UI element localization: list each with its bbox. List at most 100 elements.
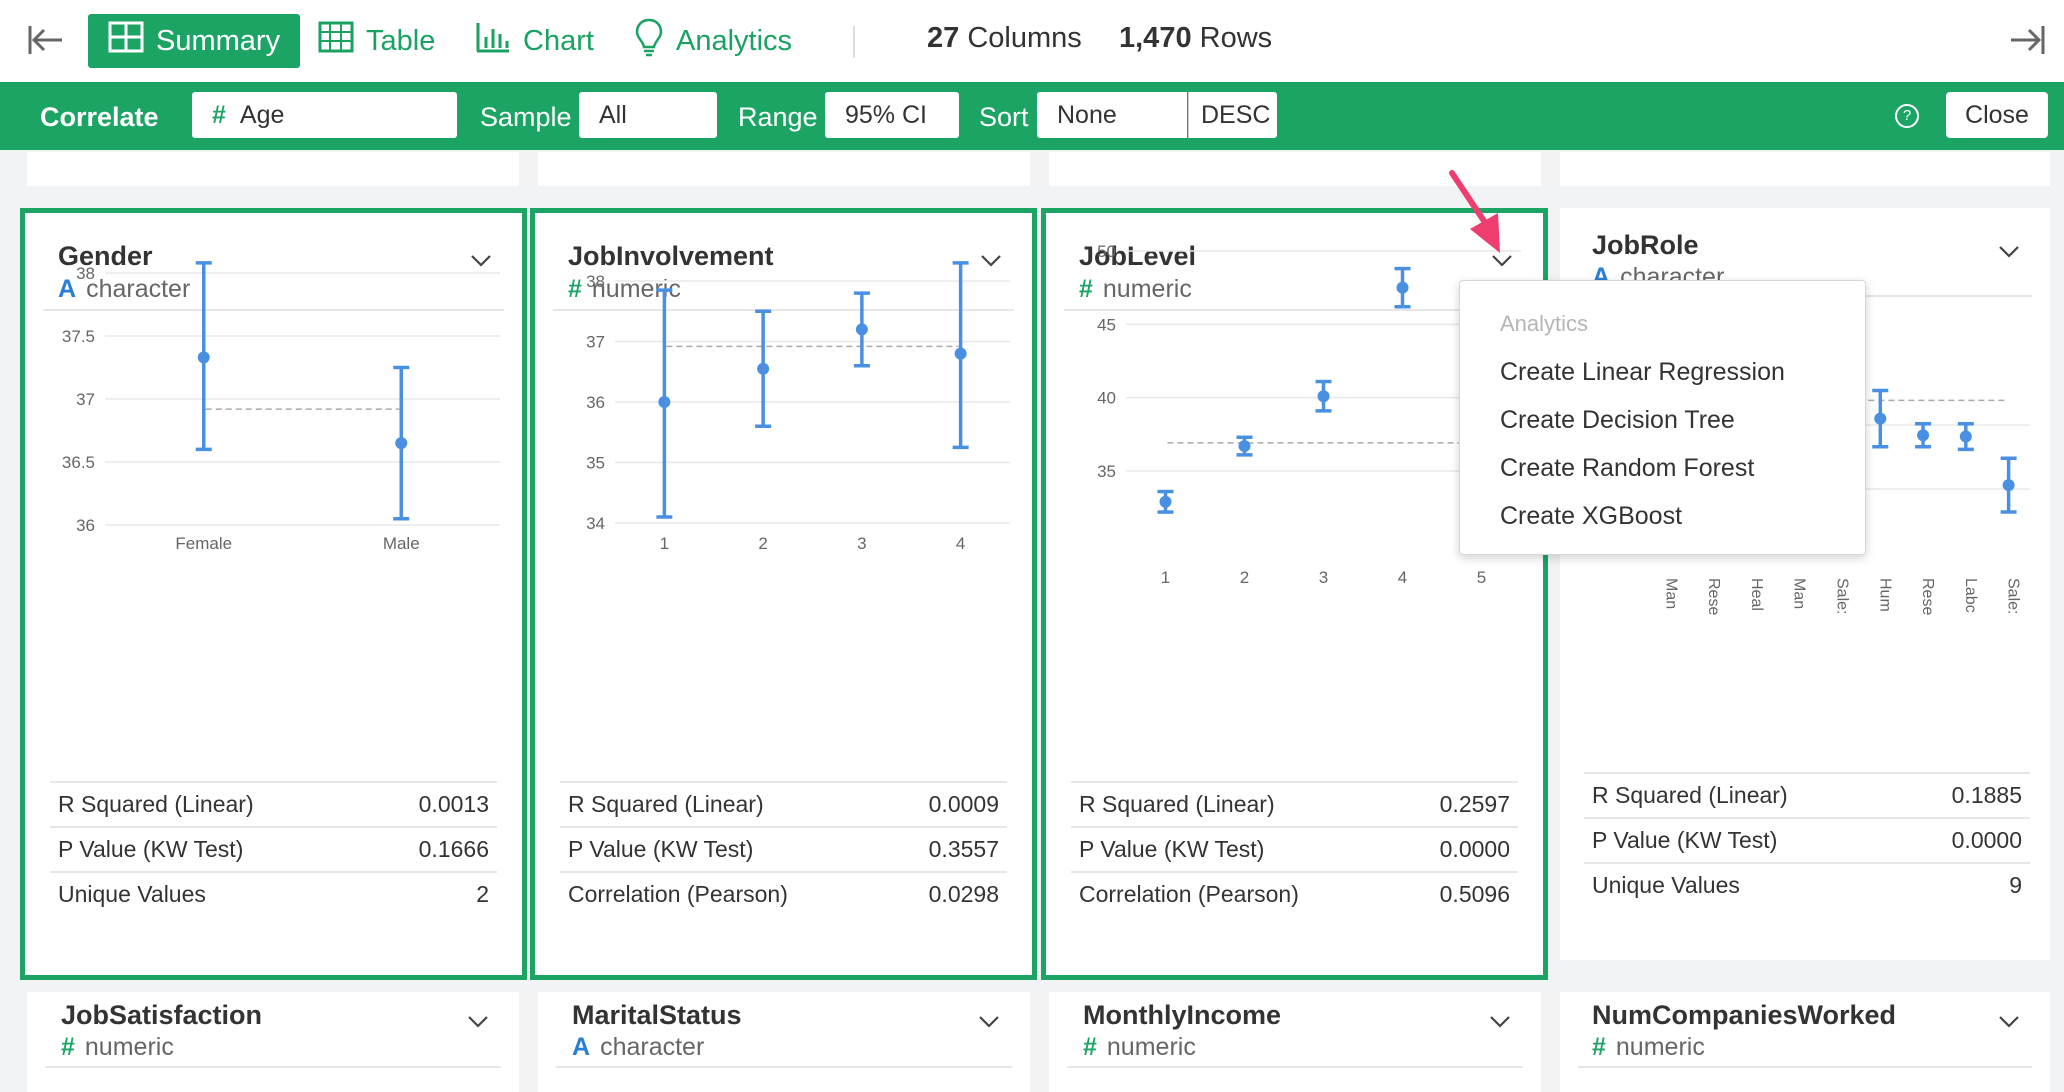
column-card-numcompaniesworked[interactable]: NumCompaniesWorked # numeric (1560, 992, 2050, 1092)
columns-count-label: Columns (967, 22, 1082, 54)
column-card-gender[interactable]: Gender Acharacter 36 36.5 37 37.5 38 Female Ma… (20, 208, 527, 980)
stat-value: 0.3557 (928, 836, 999, 862)
y-tick-label: 37.5 (62, 327, 95, 346)
y-tick-label: 45 (1097, 315, 1116, 334)
stat-value: 2 (476, 881, 489, 907)
stat-row: P Value (KW Test) 0.0000 (1584, 817, 2030, 862)
mean-point (757, 362, 770, 375)
stat-row: P Value (KW Test) 0.0000 (1071, 826, 1518, 871)
stat-value: 0.0000 (1951, 827, 2022, 853)
stat-label: R Squared (Linear) (1079, 791, 1275, 817)
column-card-jobsatisfaction[interactable]: JobSatisfaction # numeric (27, 992, 519, 1092)
grid-icon (108, 21, 144, 61)
column-card-monthlyincome[interactable]: MonthlyIncome # numeric (1049, 992, 1541, 1092)
stat-row: P Value (KW Test) 0.3557 (560, 826, 1007, 871)
card-type: # numeric (61, 1033, 174, 1062)
card-title: JobSatisfaction (61, 1000, 263, 1030)
tab-table[interactable]: Table (318, 14, 435, 68)
y-tick-label: 35 (1097, 462, 1116, 481)
tab-chart[interactable]: Chart (475, 14, 594, 68)
menu-item-linear-regression[interactable]: Create Linear Regression (1500, 358, 1785, 387)
columns-count-value: 27 (927, 22, 960, 54)
mean-point (1238, 440, 1251, 453)
y-tick-label: 37 (76, 390, 95, 409)
tab-analytics-label: Analytics (676, 24, 793, 57)
mean-point (197, 351, 210, 364)
collapse-right-icon[interactable] (2005, 18, 2049, 62)
tab-table-label: Table (366, 24, 436, 57)
stat-row: Correlation (Pearson) 0.5096 (1071, 871, 1518, 916)
help-icon[interactable]: ? (1895, 104, 1919, 128)
lightbulb-icon (634, 17, 664, 65)
column-card-maritalstatus[interactable]: MaritalStatus Acharacter (538, 992, 1030, 1092)
tab-analytics[interactable]: Analytics (634, 14, 792, 68)
rows-count: 1,470 Rows (1119, 22, 1272, 55)
sort-select[interactable]: None (1037, 92, 1187, 138)
stat-row: Unique Values 2 (50, 871, 497, 916)
mean-point (658, 396, 671, 408)
columns-count: 27 Columns (927, 22, 1082, 55)
chevron-down-icon[interactable] (1998, 1010, 2020, 1032)
sample-select[interactable]: All (579, 92, 717, 138)
range-select[interactable]: 95% CI (825, 92, 959, 138)
card-type: Acharacter (572, 1033, 704, 1062)
tab-summary[interactable]: Summary (88, 14, 301, 68)
stat-row: Unique Values 9 (1584, 862, 2030, 907)
tab-summary-label: Summary (156, 24, 281, 57)
stat-label: Correlation (Pearson) (1079, 881, 1299, 907)
x-tick-label: Hum (1876, 578, 1893, 612)
x-tick-label: Sale: (2005, 578, 2022, 614)
x-tick-label: 2 (758, 534, 767, 553)
stat-label: R Squared (Linear) (568, 791, 764, 817)
column-card-jobinvolvement[interactable]: JobInvolvement # numeric 34 35 36 37 38 1 2 3 4 R… (530, 208, 1037, 980)
stat-value: 0.5096 (1439, 881, 1510, 907)
x-tick-label: 3 (857, 534, 866, 553)
range-label: Range (738, 102, 818, 132)
chevron-down-icon[interactable] (1489, 1010, 1511, 1032)
chevron-down-icon[interactable] (978, 1010, 1000, 1032)
card-stats: R Squared (Linear) 0.2597 P Value (KW Tes… (1071, 781, 1518, 916)
toolbar-divider (853, 26, 855, 58)
card-type-label: numeric (84, 1033, 174, 1061)
bar-chart-icon (475, 21, 511, 61)
x-tick-label: Rese (1919, 578, 1936, 615)
numeric-type-icon: # (61, 1033, 75, 1061)
sort-label: Sort (979, 102, 1029, 132)
close-button[interactable]: Close (1946, 92, 2048, 138)
chevron-down-icon[interactable] (467, 1010, 489, 1032)
stat-value: 0.0009 (928, 791, 999, 817)
correlate-title: Correlate (40, 102, 159, 132)
stat-value: 0.0298 (928, 881, 999, 907)
pointer-arrow-icon (1449, 170, 1500, 253)
stat-label: P Value (KW Test) (568, 836, 754, 862)
target-column-select[interactable]: # Age (192, 92, 457, 138)
menu-item-random-forest[interactable]: Create Random Forest (1500, 454, 1754, 483)
stat-row: R Squared (Linear) 0.0009 (560, 781, 1007, 826)
y-tick-label: 38 (76, 264, 95, 283)
collapse-left-icon[interactable] (24, 18, 68, 62)
x-tick-label: 5 (1477, 568, 1486, 587)
menu-item-decision-tree[interactable]: Create Decision Tree (1500, 406, 1735, 435)
sort-order-button[interactable]: DESC (1188, 92, 1277, 138)
previous-card-stub (538, 152, 1030, 186)
stat-row: R Squared (Linear) 0.0013 (50, 781, 497, 826)
y-tick-label: 36.5 (62, 453, 95, 472)
stat-value: 0.1885 (1951, 782, 2022, 808)
table-icon (318, 21, 354, 61)
card-title: NumCompaniesWorked (1592, 1000, 1897, 1030)
tab-chart-label: Chart (523, 24, 594, 57)
menu-item-xgboost[interactable]: Create XGBoost (1500, 502, 1682, 531)
card-divider (1578, 1066, 2032, 1068)
x-tick-label: Male (383, 534, 420, 553)
x-tick-label: Sale: (1834, 578, 1851, 614)
y-tick-label: 37 (586, 333, 605, 352)
mean-point (395, 437, 408, 450)
mean-point (1959, 430, 1972, 443)
stat-row: R Squared (Linear) 0.1885 (1584, 772, 2030, 817)
stat-row: Correlation (Pearson) 0.0298 (560, 871, 1007, 916)
stat-label: P Value (KW Test) (1079, 836, 1265, 862)
x-tick-label: Man (1791, 578, 1808, 609)
mean-point (2002, 479, 2015, 492)
previous-card-stub (1560, 152, 2050, 186)
card-divider (45, 1066, 501, 1068)
